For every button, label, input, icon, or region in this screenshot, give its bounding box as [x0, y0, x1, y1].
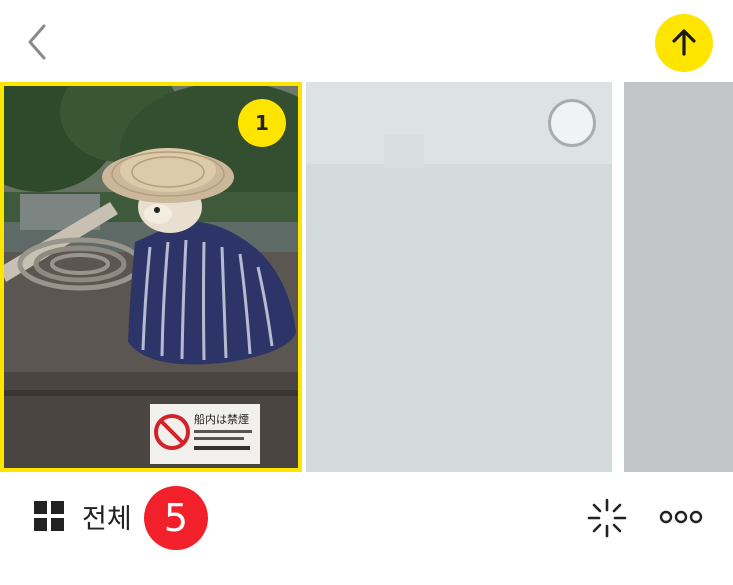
chevron-left-icon	[28, 24, 46, 60]
selected-count-badge: 5	[144, 486, 208, 550]
back-button[interactable]	[22, 20, 56, 64]
send-button[interactable]	[655, 14, 713, 72]
sparkle-icon	[587, 498, 627, 538]
photo-thumbnail-3[interactable]	[624, 82, 733, 472]
top-bar	[0, 0, 733, 82]
selection-circle[interactable]	[548, 99, 596, 147]
arrow-up-icon	[672, 29, 696, 56]
more-button[interactable]	[658, 506, 704, 528]
photo-patch	[384, 134, 424, 168]
grid-icon[interactable]	[34, 501, 64, 531]
photo-thumbnail-1[interactable]: 船内は禁煙 1	[0, 82, 302, 472]
selection-number-badge[interactable]: 1	[238, 99, 286, 147]
photo-thumbnail-2[interactable]	[306, 82, 612, 472]
effects-button[interactable]	[585, 496, 629, 540]
photo-strip: 船内は禁煙 1	[0, 82, 733, 472]
sign-text: 船内は禁煙	[194, 412, 249, 426]
all-photos-label[interactable]: 전체	[82, 497, 132, 536]
more-icon	[659, 510, 703, 524]
